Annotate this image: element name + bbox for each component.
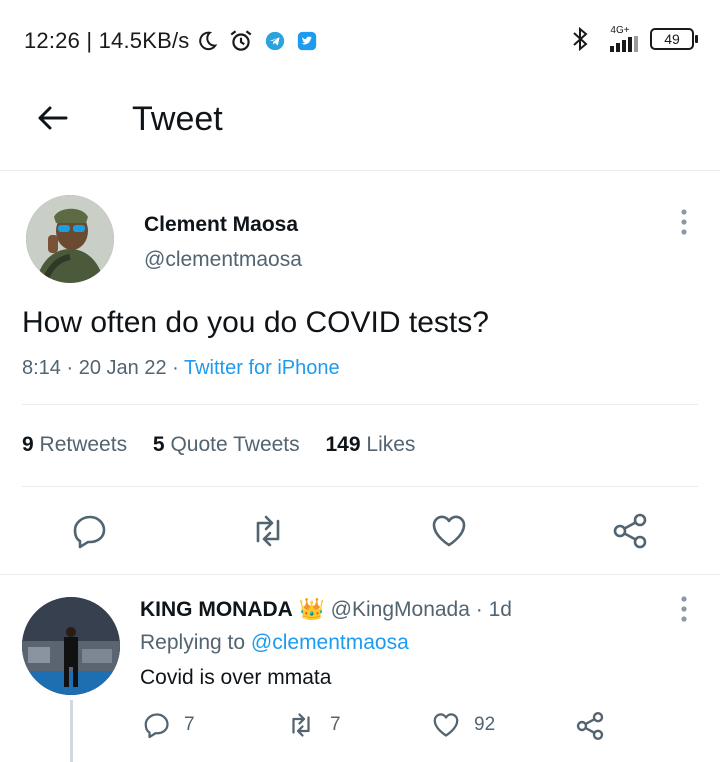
quotes-label: Quote Tweets bbox=[170, 433, 300, 456]
header-divider bbox=[0, 170, 720, 171]
network-indicator: 4G+ bbox=[600, 26, 640, 52]
quotes-stat[interactable]: 5 Quote Tweets bbox=[153, 433, 300, 456]
author-name[interactable]: Clement Maosa bbox=[144, 213, 298, 237]
reply-like-count: 92 bbox=[474, 714, 496, 735]
crown-badge-icon: 👑 bbox=[298, 598, 325, 621]
reply-author-handle[interactable]: @KingMonada bbox=[331, 598, 470, 621]
telegram-icon bbox=[265, 31, 285, 51]
tweet-source-link[interactable]: Twitter for iPhone bbox=[184, 357, 340, 379]
retweets-label: Retweets bbox=[39, 433, 128, 456]
reply-header: KING MONADA 👑 @KingMonada · 1d bbox=[140, 598, 512, 622]
meta-separator: · bbox=[172, 357, 184, 379]
replying-to: Replying to @clementmaosa bbox=[140, 631, 409, 655]
likes-count: 149 bbox=[325, 433, 361, 456]
status-time: 12:26 | 14.5KB/s bbox=[24, 28, 190, 53]
likes-label: Likes bbox=[366, 433, 416, 456]
share-icon[interactable] bbox=[610, 511, 650, 551]
reply-retweet-count: 7 bbox=[330, 714, 341, 735]
network-type: 4G+ bbox=[610, 25, 630, 36]
back-arrow-icon[interactable] bbox=[34, 100, 70, 136]
bluetooth-icon bbox=[573, 26, 588, 52]
status-right-icons: 4G+ 49 bbox=[570, 26, 698, 52]
tweet-text: How often do you do COVID tests? bbox=[22, 306, 489, 339]
reply-separator: · bbox=[475, 598, 483, 621]
more-options-icon[interactable] bbox=[672, 207, 696, 237]
tweet-time: 8:14 bbox=[22, 357, 61, 379]
reply-reply-action[interactable]: 7 bbox=[142, 710, 195, 740]
moon-icon bbox=[199, 31, 218, 51]
reply-age: 1d bbox=[488, 598, 512, 621]
tweet-meta: 8:14 · 20 Jan 22 · Twitter for iPhone bbox=[22, 357, 340, 380]
reply-retweet-action[interactable]: 7 bbox=[284, 710, 341, 740]
divider bbox=[0, 574, 720, 575]
retweets-stat[interactable]: 9 Retweets bbox=[22, 433, 127, 456]
share-icon bbox=[576, 712, 604, 740]
status-left-icons bbox=[196, 28, 318, 54]
retweet-icon[interactable] bbox=[248, 511, 288, 551]
replying-mention-link[interactable]: @clementmaosa bbox=[251, 631, 409, 654]
twitter-icon bbox=[297, 31, 317, 51]
thread-line bbox=[70, 700, 73, 762]
reply-text: Covid is over mmata bbox=[140, 666, 332, 689]
author-avatar[interactable] bbox=[26, 195, 114, 283]
reply-share-action[interactable] bbox=[574, 710, 606, 742]
retweet-icon bbox=[292, 713, 310, 737]
reply-more-options-icon[interactable] bbox=[672, 594, 696, 624]
like-icon[interactable] bbox=[429, 511, 469, 551]
tweet-stats: 9 Retweets 5 Quote Tweets 149 Likes bbox=[22, 433, 415, 457]
replying-prefix: Replying to bbox=[140, 631, 246, 654]
alarm-icon bbox=[230, 30, 252, 51]
author-handle[interactable]: @clementmaosa bbox=[144, 248, 302, 272]
quotes-count: 5 bbox=[152, 433, 165, 456]
like-icon bbox=[433, 713, 459, 737]
reply-icon[interactable] bbox=[70, 511, 110, 551]
divider bbox=[22, 404, 698, 405]
tweet-date: 20 Jan 22 bbox=[78, 357, 167, 379]
reply-reply-count: 7 bbox=[184, 714, 195, 735]
retweets-count: 9 bbox=[22, 433, 34, 456]
page-title: Tweet bbox=[132, 100, 223, 138]
meta-separator: · bbox=[66, 357, 79, 379]
reply-like-action[interactable]: 92 bbox=[430, 710, 495, 740]
reply-author-name[interactable]: KING MONADA bbox=[140, 598, 293, 621]
battery-icon: 49 bbox=[650, 28, 698, 50]
likes-stat[interactable]: 149 Likes bbox=[326, 433, 416, 456]
signal-icon bbox=[610, 36, 638, 52]
reply-author-avatar[interactable] bbox=[22, 597, 120, 695]
reply-icon bbox=[144, 713, 169, 739]
divider bbox=[22, 486, 698, 487]
